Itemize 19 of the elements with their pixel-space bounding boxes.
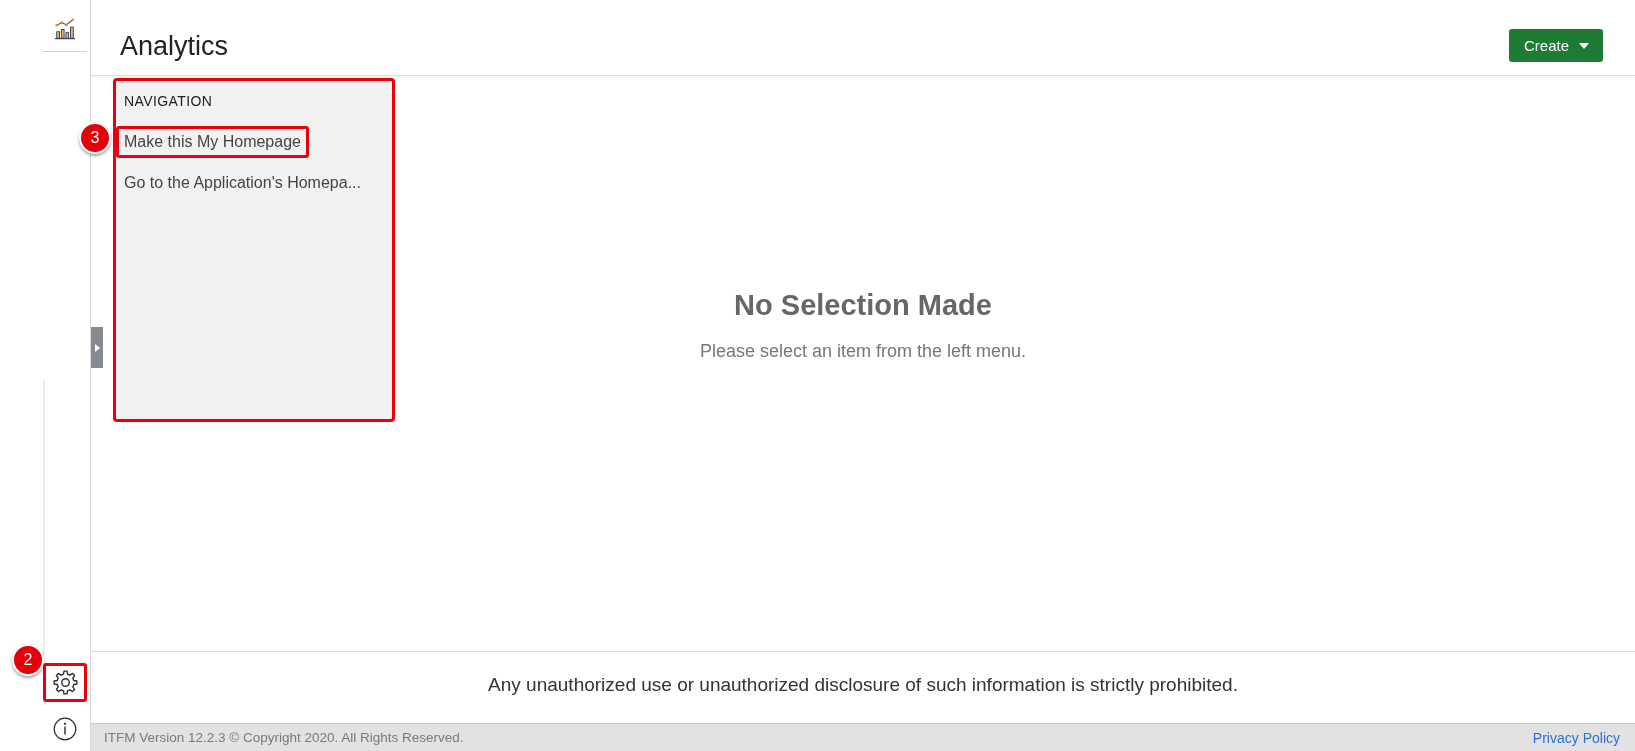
caret-icon bbox=[1579, 42, 1589, 49]
notice-text: Any unauthorized use or unauthorized disclosure of such information is strictly prohibited. bbox=[488, 673, 1238, 696]
callout-marker: 3 bbox=[79, 122, 111, 154]
empty-state-message: Please select an item from the left menu. bbox=[699, 340, 1027, 362]
settings-icon bbox=[52, 670, 78, 695]
info-icon bbox=[53, 717, 77, 741]
nav-link[interactable]: Go to the Application's Homepa... bbox=[116, 167, 369, 199]
nav-link[interactable]: Make this My Homepage bbox=[116, 126, 309, 158]
privacy-policy-link[interactable]: Privacy Policy bbox=[1532, 729, 1620, 746]
page-title: Analytics bbox=[120, 30, 229, 63]
chart-icon[interactable] bbox=[54, 18, 76, 40]
empty-state-title: No Selection Made bbox=[733, 288, 993, 322]
panel-toggle-button[interactable] bbox=[91, 327, 103, 368]
navigation-heading: NAVIGATION bbox=[124, 92, 214, 110]
copyright-text: ITFM Version 12.2.3 © Copyright 2020. All Rights Reserved. bbox=[104, 730, 464, 745]
settings-button[interactable] bbox=[43, 663, 87, 702]
create-button[interactable]: Create bbox=[1508, 29, 1603, 62]
callout-marker: 2 bbox=[12, 644, 44, 676]
caret-icon bbox=[94, 343, 100, 352]
